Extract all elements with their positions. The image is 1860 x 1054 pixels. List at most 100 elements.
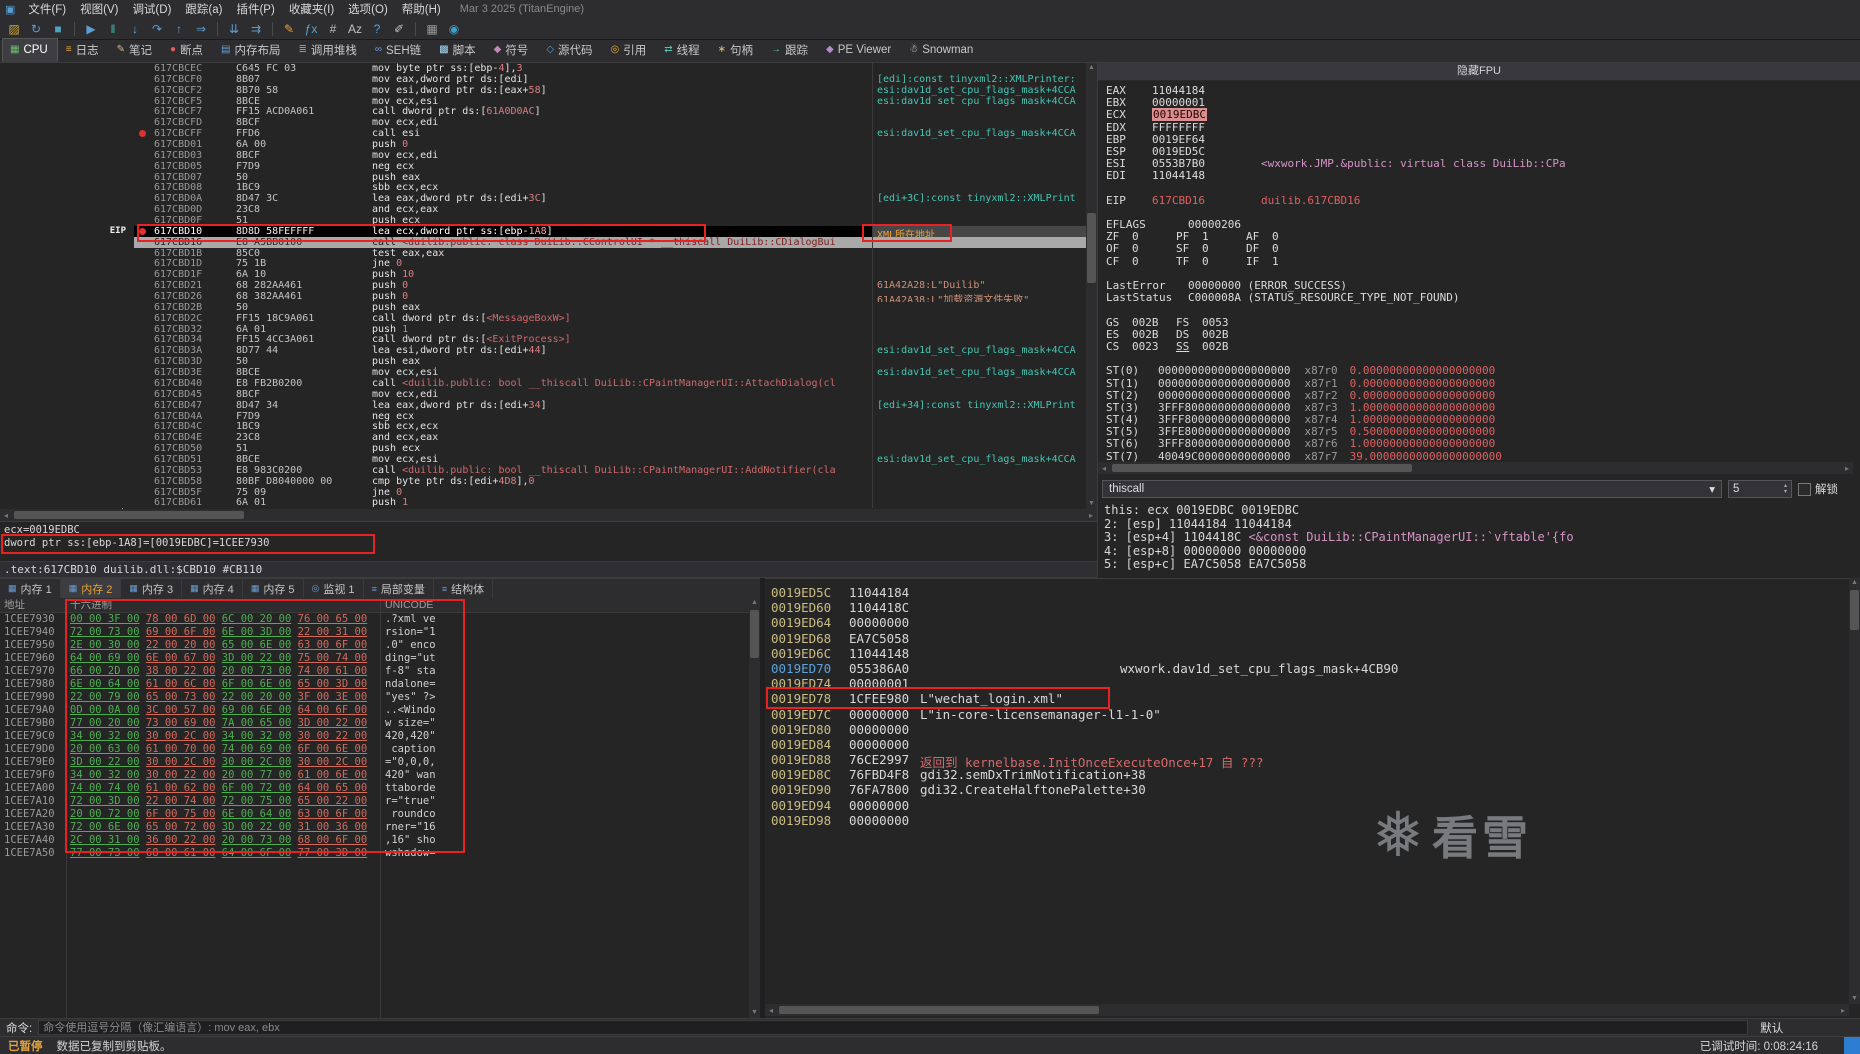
disasm-row[interactable]: 617CBD0D23C8and ecx,eax [0, 204, 1097, 215]
disasm-row[interactable]: 617CBD038BCFmov ecx,edi [0, 150, 1097, 161]
register-value[interactable]: 0553B7B0 [1152, 157, 1205, 170]
breakpoint-column[interactable] [134, 378, 154, 389]
run-to-cursor-icon[interactable]: ⇒ [191, 20, 211, 38]
menu-item-2[interactable]: 调试(D) [125, 3, 178, 17]
disasm-row[interactable]: 617CBD5F75 09jne 0 [0, 487, 1097, 498]
highlight-icon[interactable]: ✐ [389, 20, 409, 38]
disasm-row[interactable]: 617CBD1D75 1Bjne 0 [0, 258, 1097, 269]
register-value[interactable]: 617CBD16 [1152, 194, 1205, 207]
breakpoint-column[interactable] [134, 497, 154, 508]
flag-value[interactable]: 002B [1202, 341, 1246, 353]
stack-row[interactable]: 0019ED8C76FBD4F8gdi32.semDxTrimNotificat… [765, 767, 1860, 782]
disasm-row[interactable]: 617CBCF58BCEmov ecx,esiesi:dav1d_set_cpu… [0, 96, 1097, 107]
flag-value[interactable]: 0023 [1132, 341, 1176, 353]
scroll-thumb[interactable] [1087, 213, 1096, 283]
stop-icon[interactable]: ■ [48, 20, 68, 38]
fpu-hex-value[interactable]: 3FFF8000000000000000 [1158, 437, 1290, 450]
scroll-right-icon[interactable]: ▸ [1837, 1006, 1849, 1015]
disasm-row[interactable]: 617CBD3D50push eax [0, 356, 1097, 367]
disasm-row[interactable]: 617CBD34FF15 4CC3A061call dword ptr ds:[… [0, 334, 1097, 345]
registers-pane[interactable]: 隐藏FPU EAX11044184EBX00000001ECX0019EDBCE… [1097, 63, 1860, 578]
scroll-thumb[interactable] [1112, 464, 1412, 472]
disasm-row[interactable]: 617CBD458BCFmov ecx,edi [0, 389, 1097, 400]
breakpoint-column[interactable] [134, 150, 154, 161]
disasm-row[interactable]: 617CBD2668 382AA461push 061A42A38:L"加载… [0, 291, 1097, 302]
checkbox-box[interactable] [1798, 483, 1811, 496]
fpu-hex-value[interactable]: 00000000000000000000 [1158, 377, 1290, 390]
disasm-row[interactable]: 617CBD2168 282AA461push 061A42A28:L"Du… [0, 280, 1097, 291]
stack-row[interactable]: 0019ED6400000000 [765, 615, 1860, 630]
flag-value[interactable]: 002B [1132, 317, 1176, 329]
tab-dump-1[interactable]: ▦内存 1 [0, 579, 61, 598]
breakpoint-column[interactable] [134, 63, 154, 74]
menu-item-5[interactable]: 收藏夹(I) [282, 3, 341, 17]
arg-count-spinner[interactable]: 5 ▴▾ [1728, 480, 1792, 498]
breakpoint-column[interactable] [134, 356, 154, 367]
breakpoint-column[interactable] [134, 117, 154, 128]
disasm-row[interactable]: 617CBCFFFFD6call esiesi:dav1d_set_cpu_fl… [0, 128, 1097, 139]
breakpoint-column[interactable] [134, 421, 154, 432]
tab-dump-2[interactable]: ▦内存 2 [61, 579, 122, 598]
breakpoint-column[interactable] [134, 389, 154, 400]
tab-call-stack[interactable]: ≣调用堆栈 [290, 38, 366, 62]
scroll-up-icon[interactable]: ▲ [1086, 63, 1097, 73]
breakpoint-column[interactable] [134, 302, 154, 313]
menu-item-3[interactable]: 跟踪(a) [178, 3, 229, 17]
step-out-icon[interactable]: ↑ [169, 20, 189, 38]
menu-item-0[interactable]: 文件(F) [21, 3, 73, 17]
breakpoint-column[interactable] [134, 411, 154, 422]
tab-seh[interactable]: ∞SEH链 [367, 38, 431, 62]
flag-value[interactable]: 0 [1272, 243, 1316, 255]
tab-trace[interactable]: →跟踪 [763, 38, 818, 62]
breakpoint-column[interactable] [134, 204, 154, 215]
disasm-row[interactable]: 617CBD326A 01push 1 [0, 324, 1097, 335]
breakpoint-column[interactable] [134, 128, 154, 139]
memory-dump-pane[interactable]: 地址 十六进制 UNICODE 1CEE793000 00 3F 00 78 0… [0, 598, 760, 1018]
disasm-row[interactable]: 617CBD518BCEmov ecx,esiesi:dav1d_set_cpu… [0, 454, 1097, 465]
fpu-hex-value[interactable]: 00000000000000000000 [1158, 364, 1290, 377]
unlock-checkbox[interactable]: 解锁 [1798, 481, 1838, 497]
tab-source[interactable]: ◇源代码 [538, 38, 602, 62]
disasm-row[interactable]: 617CBD081BC9sbb ecx,ecx [0, 182, 1097, 193]
breakpoint-column[interactable] [134, 172, 154, 183]
breakpoint-column[interactable] [134, 106, 154, 117]
disasm-row[interactable]: 617CBD2CFF15 18C9A061call dword ptr ds:[… [0, 313, 1097, 324]
breakpoint-column[interactable] [134, 367, 154, 378]
disasm-row[interactable]: 617CBD478D47 34lea eax,dword ptr ds:[edi… [0, 400, 1097, 411]
breakpoint-column[interactable] [134, 139, 154, 150]
disasm-row[interactable]: 617CBCF7FF15 ACD0A061call dword ptr ds:[… [0, 106, 1097, 117]
breakpoint-column[interactable] [134, 193, 154, 204]
register-value[interactable]: 0019EF64 [1152, 133, 1205, 146]
stack-row[interactable]: 0019ED7400000001 [765, 676, 1860, 691]
breakpoint-column[interactable] [134, 454, 154, 465]
tab-threads[interactable]: ⇄线程 [656, 38, 709, 62]
disasm-row[interactable]: 617CBCF08B07mov eax,dword ptr ds:[edi][e… [0, 74, 1097, 85]
disassembly-hscrollbar[interactable]: ◂ ▸ [0, 509, 1097, 521]
menu-item-7[interactable]: 帮助(H) [395, 3, 448, 17]
stack-hscrollbar[interactable]: ◂ ▸ [765, 1004, 1849, 1016]
disassembly-vscrollbar[interactable]: ▲ ▼ [1086, 63, 1097, 509]
disasm-row[interactable]: EIP617CBD108D8D 58FEFFFFlea ecx,dword pt… [0, 226, 1097, 237]
stack-row[interactable]: 0019ED9076FA7800gdi32.CreateHalftonePale… [765, 782, 1860, 797]
stack-row[interactable]: 0019ED70055386A0wxwork.dav1d_set_cpu_fla… [765, 661, 1860, 676]
restart-icon[interactable]: ↻ [26, 20, 46, 38]
register-value[interactable]: 11044184 [1152, 84, 1205, 97]
stack-row[interactable]: 0019ED8876CE2997返回到 kernelbase.InitOnceE… [765, 752, 1860, 767]
scroll-thumb[interactable] [750, 610, 759, 658]
register-value[interactable]: 0019EDBC [1152, 108, 1207, 121]
flag-value[interactable]: 0 [1132, 243, 1176, 255]
scroll-thumb[interactable] [779, 1006, 1099, 1014]
breakpoint-column[interactable] [134, 96, 154, 107]
scroll-track[interactable] [777, 1005, 1837, 1015]
disasm-row[interactable]: 617CBD3A8D77 44lea esi,dword ptr ds:[edi… [0, 345, 1097, 356]
stack-row[interactable]: 0019ED5C11044184 [765, 585, 1860, 600]
scroll-thumb[interactable] [1850, 590, 1859, 630]
animate-over-icon[interactable]: ⇉ [246, 20, 266, 38]
register-value[interactable]: 0019ED5C [1152, 145, 1205, 158]
breakpoint-column[interactable] [134, 215, 154, 226]
calling-convention-select[interactable]: thiscall ▾ [1102, 480, 1722, 498]
disasm-row[interactable]: 617CBD16E8 A5BB0100call <duilib.public: … [0, 237, 1097, 248]
hide-fpu-button[interactable]: 隐藏FPU [1098, 63, 1860, 81]
scroll-up-icon[interactable]: ▲ [1849, 578, 1860, 588]
breakpoint-column[interactable] [134, 85, 154, 96]
